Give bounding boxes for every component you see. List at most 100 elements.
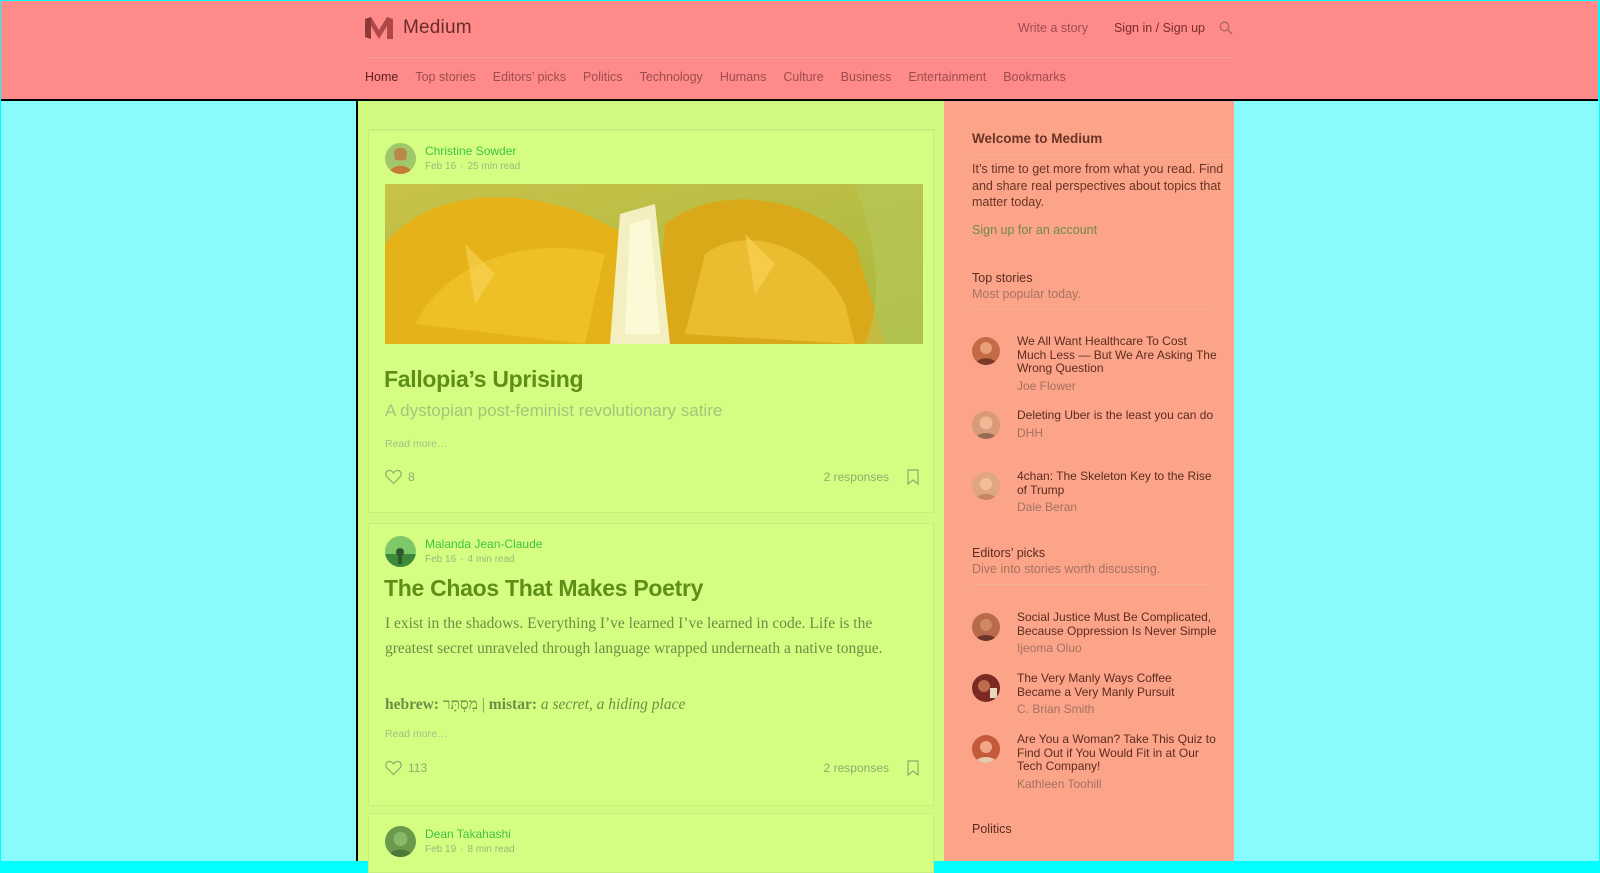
story-author[interactable]: Kathleen Toohill <box>1017 777 1217 791</box>
post-excerpt[interactable]: I exist in the shadows. Everything I’ve … <box>385 612 905 661</box>
welcome-title: Welcome to Medium <box>972 131 1103 146</box>
story-author-avatar <box>972 411 1000 439</box>
post-footer: 8 2 responses <box>385 469 923 487</box>
hebrew-label: hebrew: <box>385 696 439 713</box>
story-title[interactable]: Are You a Woman? Take This Quiz to Find … <box>1017 732 1217 774</box>
bookmark-icon[interactable] <box>907 760 919 776</box>
author-name[interactable]: Christine Sowder <box>425 144 520 159</box>
nav-culture[interactable]: Culture <box>783 70 823 84</box>
story-author[interactable]: Joe Flower <box>1017 379 1217 393</box>
post-card[interactable]: Christine Sowder Feb 16 · 25 min read Fa… <box>368 130 934 513</box>
topic-nav: Home Top stories Editors’ picks Politics… <box>365 70 1083 84</box>
story-author[interactable]: DHH <box>1017 426 1217 440</box>
top-actions: Write a story Sign in / Sign up <box>1018 21 1233 35</box>
search-icon[interactable] <box>1219 21 1233 35</box>
story-author[interactable]: Ijeoma Oluo <box>1017 641 1217 655</box>
header-divider <box>365 57 1233 58</box>
post-meta: Feb 16 · 4 min read <box>425 554 515 565</box>
read-more-link[interactable]: Read more… <box>385 728 447 740</box>
site-header: Medium Write a story Sign in / Sign up H… <box>1 1 1598 101</box>
main-feed: Christine Sowder Feb 16 · 25 min read Fa… <box>356 101 946 873</box>
like-count: 113 <box>408 761 428 775</box>
story-author-avatar <box>972 337 1000 365</box>
post-card[interactable]: Dean Takahashi Feb 19 · 8 min read <box>368 813 934 873</box>
like-count: 8 <box>408 470 415 484</box>
post-author-row: Malanda Jean-Claude Feb 16 · 4 min read <box>385 536 542 567</box>
header-inner: Medium Write a story Sign in / Sign up H… <box>365 1 1233 99</box>
read-time: 25 min read <box>467 161 521 172</box>
author-avatar[interactable] <box>385 826 416 857</box>
top-stories-subtitle: Most popular today. <box>972 287 1081 301</box>
nav-top-stories[interactable]: Top stories <box>415 70 475 84</box>
medium-logo-icon <box>365 17 393 39</box>
politics-title[interactable]: Politics <box>972 822 1012 836</box>
heart-icon[interactable] <box>385 469 402 485</box>
medium-logo[interactable]: Medium <box>365 17 472 39</box>
author-name[interactable]: Dean Takahashi <box>425 827 515 842</box>
mistar-label: mistar: <box>488 696 537 713</box>
left-background <box>1 101 356 861</box>
heart-icon[interactable] <box>385 760 402 776</box>
sidebar: Welcome to Medium It’s time to get more … <box>944 101 1234 861</box>
author-name[interactable]: Malanda Jean-Claude <box>425 537 542 552</box>
nav-technology[interactable]: Technology <box>640 70 703 84</box>
post-subtitle[interactable]: A dystopian post-feminist revolutionary … <box>385 401 722 421</box>
editors-picks-title[interactable]: Editors’ picks <box>972 546 1045 560</box>
story-title[interactable]: Social Justice Must Be Complicated, Beca… <box>1017 610 1217 638</box>
read-time: 4 min read <box>467 554 515 565</box>
post-hero-image[interactable] <box>385 184 923 344</box>
nav-entertainment[interactable]: Entertainment <box>908 70 986 84</box>
hebrew-divider: | <box>481 696 485 713</box>
editors-picks-subtitle: Dive into stories worth discussing. <box>972 562 1161 576</box>
post-date: Feb 16 <box>425 161 457 172</box>
signup-account-link[interactable]: Sign up for an account <box>972 223 1097 237</box>
story-author-avatar <box>972 735 1000 763</box>
post-title[interactable]: The Chaos That Makes Poetry <box>384 575 703 602</box>
post-meta: Feb 16 · 25 min read <box>425 161 521 172</box>
section-divider <box>972 309 1208 310</box>
nav-politics[interactable]: Politics <box>583 70 623 84</box>
post-card[interactable]: Malanda Jean-Claude Feb 16 · 4 min read Th… <box>368 523 934 806</box>
welcome-text: It’s time to get more from what you read… <box>972 162 1224 209</box>
nav-business[interactable]: Business <box>841 70 892 84</box>
story-title[interactable]: The Very Manly Ways Coffee Became a Very… <box>1017 671 1217 699</box>
write-story-link[interactable]: Write a story <box>1018 21 1088 35</box>
like-button[interactable]: 113 <box>385 760 427 776</box>
responses-link[interactable]: 2 responses <box>824 761 889 775</box>
read-time: 8 min read <box>467 844 515 855</box>
read-more-link[interactable]: Read more… <box>385 438 447 450</box>
story-author-avatar <box>972 674 1000 702</box>
signin-signup-link[interactable]: Sign in / Sign up <box>1114 21 1205 35</box>
brand-name: Medium <box>403 17 472 38</box>
bookmark-icon[interactable] <box>907 469 919 485</box>
post-date: Feb 19 <box>425 844 457 855</box>
post-author-row: Christine Sowder Feb 16 · 25 min read <box>385 143 520 174</box>
nav-home[interactable]: Home <box>365 70 398 84</box>
author-avatar[interactable] <box>385 143 416 174</box>
author-avatar[interactable] <box>385 536 416 567</box>
top-stories-title[interactable]: Top stories <box>972 271 1032 285</box>
nav-humans[interactable]: Humans <box>720 70 767 84</box>
post-title[interactable]: Fallopia’s Uprising <box>384 366 584 393</box>
story-title[interactable]: Deleting Uber is the least you can do <box>1017 408 1217 423</box>
mistar-meaning: a secret, a hiding place <box>540 696 686 713</box>
post-footer: 113 2 responses <box>385 760 923 778</box>
nav-bookmarks[interactable]: Bookmarks <box>1003 70 1066 84</box>
post-author-row: Dean Takahashi Feb 19 · 8 min read <box>385 826 515 857</box>
hebrew-word: מִסְתָּר <box>442 696 478 713</box>
post-hebrew-line: hebrew: מִסְתָּר | mistar: a secret, a h… <box>385 696 685 714</box>
like-button[interactable]: 8 <box>385 469 415 485</box>
story-author[interactable]: Dale Beran <box>1017 500 1217 514</box>
story-author[interactable]: C. Brian Smith <box>1017 702 1217 716</box>
story-author-avatar <box>972 472 1000 500</box>
responses-link[interactable]: 2 responses <box>824 470 889 484</box>
story-title[interactable]: We All Want Healthcare To Cost Much Less… <box>1017 334 1217 376</box>
nav-editors-picks[interactable]: Editors’ picks <box>493 70 566 84</box>
section-divider <box>972 584 1208 585</box>
story-title[interactable]: 4chan: The Skeleton Key to the Rise of T… <box>1017 469 1217 497</box>
post-date: Feb 16 <box>425 554 457 565</box>
welcome-divider <box>972 154 1234 155</box>
right-background <box>1234 101 1599 861</box>
story-author-avatar <box>972 613 1000 641</box>
post-meta: Feb 19 · 8 min read <box>425 844 515 855</box>
